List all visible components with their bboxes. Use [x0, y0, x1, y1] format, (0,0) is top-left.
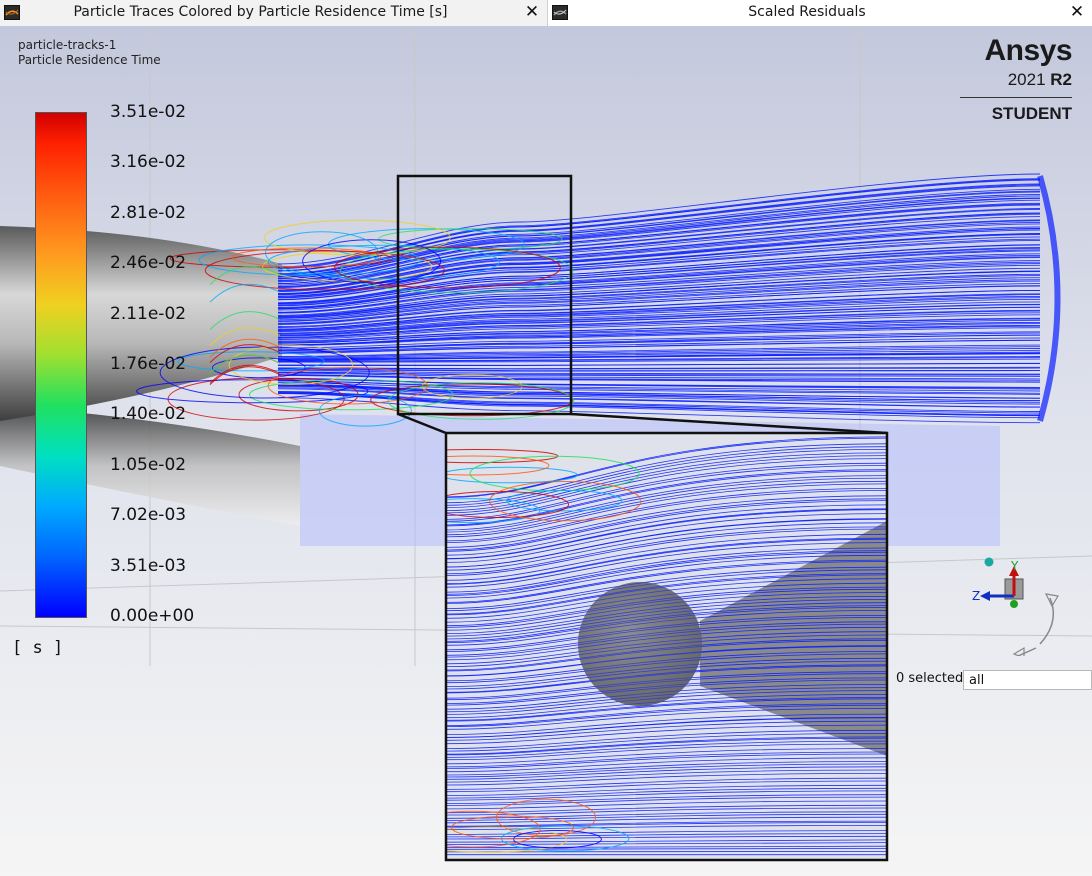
brand-version: 2021 R2 [1007, 70, 1072, 89]
ansys-logo: Ansys 2021 R2 STUDENT [960, 34, 1073, 124]
legend-tick-label: 1.05e-02 [110, 454, 187, 475]
legend-tick-label: 0.00e+00 [110, 606, 195, 626]
tab-bar: Particle Traces Colored by Particle Resi… [0, 0, 1092, 26]
object-name: particle-tracks-1 [18, 38, 117, 52]
legend-tick-label: 1.76e-02 [110, 354, 187, 374]
legend-tick-label: 2.46e-02 [110, 253, 187, 274]
legend-unit: [ s ] [12, 638, 64, 658]
axis-triad-icon[interactable]: Y Z [966, 556, 1064, 656]
triad-z-label: Z [972, 589, 980, 603]
close-icon[interactable]: ✕ [1068, 3, 1086, 21]
graphics-viewport[interactable]: particle-tracks-1 Particle Residence Tim… [0, 26, 1092, 876]
selection-filter-input[interactable]: all [963, 670, 1092, 690]
legend-tick-label: 3.16e-02 [110, 152, 187, 173]
legend-tick-label: 2.81e-02 [110, 202, 187, 223]
triad-origin-dot [984, 557, 994, 567]
color-legend-bar [35, 112, 87, 618]
tab-title: Particle Traces Colored by Particle Resi… [73, 4, 448, 20]
legend-tick-label: 7.02e-03 [110, 505, 187, 526]
quantity-name: Particle Residence Time [18, 53, 161, 67]
selection-filter-value: all [969, 673, 985, 688]
tab-scaled-residuals[interactable]: Scaled Residuals ✕ [548, 0, 1092, 26]
triad-y-label: Y [1010, 559, 1019, 573]
brand-divider [960, 97, 1072, 98]
tab-particle-traces[interactable]: Particle Traces Colored by Particle Resi… [0, 0, 548, 26]
legend-tick-label: 1.40e-02 [110, 404, 187, 425]
selection-count: 0 selected [896, 671, 964, 686]
legend-tick-label: 3.51e-03 [110, 555, 187, 576]
zoom-inset [446, 433, 887, 860]
scene-caption: particle-tracks-1 Particle Residence Tim… [18, 38, 161, 68]
legend-tick-label: 3.51e-02 [110, 102, 187, 122]
tab-title: Scaled Residuals [748, 4, 866, 20]
legend-tick-label: 2.11e-02 [110, 303, 187, 324]
brand-edition: STUDENT [991, 104, 1072, 123]
close-icon[interactable]: ✕ [523, 3, 541, 21]
brand-name: Ansys [984, 34, 1072, 67]
